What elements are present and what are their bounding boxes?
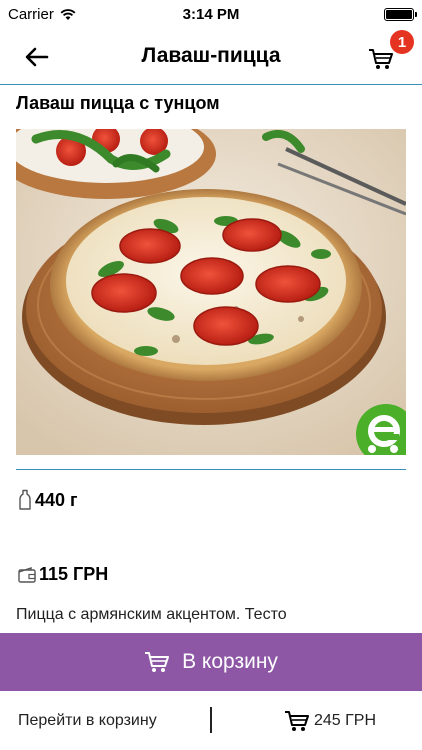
- product-name: Лаваш пицца с тунцом: [16, 93, 220, 113]
- section-divider: [16, 469, 406, 470]
- cart-icon: [145, 652, 170, 672]
- wallet-icon: [18, 566, 36, 583]
- footer-divider: [210, 707, 212, 733]
- cart-total: 245 ГРН: [284, 691, 376, 750]
- product-price: 115 ГРН: [39, 564, 109, 584]
- nav-bar: Лаваш-пицца 1: [0, 30, 422, 85]
- go-to-cart-label: Перейти в корзину: [18, 711, 157, 729]
- weight-row: 440 г: [18, 489, 78, 511]
- add-to-cart-button[interactable]: В корзину: [0, 633, 422, 691]
- cart-count-badge: 1: [390, 30, 414, 54]
- product-description: Пицца с армянским акцентом. Тесто: [16, 606, 287, 623]
- page-title: Лаваш-пицца: [141, 44, 281, 67]
- cart-icon: [284, 710, 309, 731]
- cart-icon: [369, 49, 393, 69]
- status-bar: Carrier 3:14 PM: [0, 0, 422, 30]
- product-image: [16, 129, 406, 455]
- battery-icon: [384, 8, 417, 21]
- go-to-cart-link[interactable]: Перейти в корзину: [18, 691, 157, 750]
- price-row: 115 ГРН: [18, 564, 108, 585]
- cart-total-amount: 245 ГРН: [313, 711, 376, 729]
- product-weight: 440 г: [35, 489, 78, 510]
- bottle-icon: [19, 489, 31, 510]
- add-to-cart-label: В корзину: [182, 650, 278, 673]
- clock: 3:14 PM: [182, 6, 240, 23]
- footer-bar: Перейти в корзину 245 ГРН: [0, 691, 422, 750]
